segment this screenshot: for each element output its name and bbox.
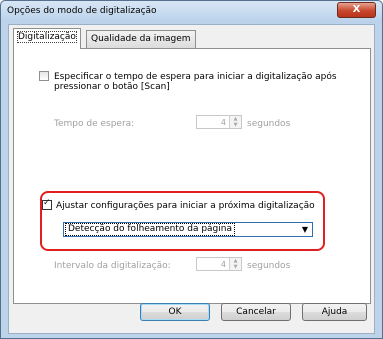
interval-label: Intervalo da digitalização: <box>54 261 171 271</box>
title-bar[interactable]: Opções do modo de digitalização X <box>1 1 382 23</box>
close-icon: X <box>352 4 361 15</box>
chevron-down-icon[interactable]: ▼ <box>230 264 241 270</box>
close-button[interactable]: X <box>337 2 376 18</box>
window-title: Opções do modo de digitalização <box>7 6 157 16</box>
wait-time-label-line2: pressionar o botão [Scan] <box>54 82 170 92</box>
select-value: Detecção do folheamento da página <box>65 223 235 236</box>
next-scan-checkbox[interactable] <box>42 198 52 210</box>
wait-time-label-line1: Especificar o tempo de espera para inici… <box>54 72 337 82</box>
wait-time-unit: segundos <box>247 119 291 129</box>
dropdown-arrow-icon[interactable]: ▼ <box>299 224 311 235</box>
dialog-window: Opções do modo de digitalização X Digita… <box>0 0 383 339</box>
stepper-arrows[interactable]: ▲ ▼ <box>229 116 241 128</box>
help-button[interactable]: Ajuda <box>302 303 367 321</box>
tab-label: Qualidade da imagem <box>91 34 191 44</box>
highlight-annotation <box>40 191 325 251</box>
next-scan-label: Ajustar configurações para iniciar a pró… <box>56 201 315 211</box>
ok-button[interactable]: OK <box>140 303 210 321</box>
interval-unit: segundos <box>247 261 291 271</box>
next-scan-select[interactable]: Detecção do folheamento da página ▼ <box>63 222 313 237</box>
tab-qualidade-imagem[interactable]: Qualidade da imagem <box>86 30 196 48</box>
tab-label: Digitalização <box>17 31 77 43</box>
wait-time-stepper[interactable]: 4 ▲ ▼ <box>196 115 242 129</box>
tab-digitalizacao[interactable]: Digitalização <box>13 28 81 49</box>
wait-time-checkbox[interactable] <box>39 71 49 81</box>
wait-time-field-label: Tempo de espera: <box>54 119 135 129</box>
wait-time-value: 4 <box>220 118 226 127</box>
stepper-arrows[interactable]: ▲ ▼ <box>229 258 241 270</box>
cancel-button[interactable]: Cancelar <box>221 303 291 321</box>
interval-value: 4 <box>220 260 226 269</box>
dialog-body: Digitalização Qualidade da imagem Especi… <box>8 24 375 334</box>
chevron-down-icon[interactable]: ▼ <box>230 122 241 128</box>
interval-stepper[interactable]: 4 ▲ ▼ <box>196 257 242 271</box>
